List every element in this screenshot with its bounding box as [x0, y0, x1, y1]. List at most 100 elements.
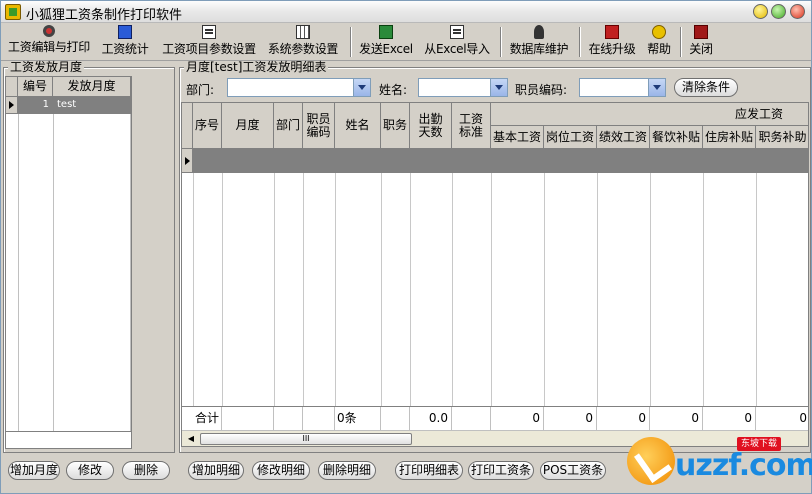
column-header-position[interactable]: 职务: [381, 103, 410, 149]
table-row[interactable]: 1 test: [6, 97, 131, 114]
total-performance-pay: 0: [597, 407, 650, 431]
toolbar-database-maintenance-button[interactable]: 数据库维护: [507, 25, 571, 59]
grid-footer: [6, 431, 131, 448]
code-filter-select[interactable]: [579, 78, 666, 97]
grid-line: [53, 114, 54, 431]
toolbar-salary-item-settings-button[interactable]: 工资项目参数设置: [159, 25, 259, 59]
dept-filter-select[interactable]: [227, 78, 371, 97]
total-base-salary: 0: [491, 407, 544, 431]
column-header-housing-allowance[interactable]: 住房补贴: [703, 126, 756, 149]
cell-id[interactable]: 1: [18, 97, 53, 114]
column-header-employee-code[interactable]: 职员编码: [303, 103, 335, 149]
toolbar-salary-edit-print-button[interactable]: 工资编辑与打印: [5, 25, 93, 59]
print-detail-button[interactable]: 打印明细表: [395, 461, 463, 480]
total-attendance: 0.0: [410, 407, 452, 431]
dept-filter-label: 部门:: [186, 83, 215, 97]
minimize-button[interactable]: [753, 4, 768, 19]
grid-line: [650, 173, 651, 406]
code-filter-label: 职员编码:: [515, 83, 568, 97]
toolbar-separator: [500, 27, 502, 57]
toolbar-system-settings-button[interactable]: 系统参数设置: [264, 25, 342, 59]
toolbar-close-button[interactable]: 关闭: [687, 25, 715, 59]
toolbar-online-upgrade-button[interactable]: 在线升级: [586, 25, 638, 59]
month-group-title: 工资发放月度: [8, 60, 85, 74]
add-detail-button[interactable]: 增加明细: [188, 461, 244, 480]
column-header-performance-pay[interactable]: 绩效工资: [597, 126, 650, 149]
selected-row[interactable]: [182, 149, 808, 173]
close-window-button[interactable]: [790, 4, 805, 19]
scroll-thumb[interactable]: III: [200, 433, 412, 445]
row-indicator-header: [6, 77, 18, 97]
column-header-month[interactable]: 发放月度: [53, 77, 131, 97]
gear-icon: [43, 25, 55, 37]
grid-line: [491, 173, 492, 406]
pos-payslip-button[interactable]: POS工资条: [540, 461, 606, 480]
print-payslip-button[interactable]: 打印工资条: [468, 461, 534, 480]
watermark-tag: 东坡下载: [737, 437, 782, 451]
column-header-post-salary[interactable]: 岗位工资: [544, 126, 597, 149]
excel-import-icon: [450, 25, 464, 39]
toolbar-import-excel-button[interactable]: 从Excel导入: [421, 25, 493, 59]
month-grid[interactable]: 编号 发放月度 1 test: [5, 76, 132, 449]
total-cell: [452, 407, 491, 431]
total-meal-allowance: 0: [650, 407, 703, 431]
column-header-salary-standard[interactable]: 工资标准: [452, 103, 491, 149]
grid-line: [274, 173, 275, 406]
chevron-down-icon[interactable]: [353, 79, 370, 96]
salary-detail-grid[interactable]: 序号 月度 部门 职员编码 姓名 职务 出勤天数 工资标准 应发工资 基本工资 …: [181, 102, 809, 447]
help-icon: [652, 25, 666, 39]
edit-month-button[interactable]: 修改: [66, 461, 114, 480]
name-filter-select[interactable]: [418, 78, 508, 97]
column-header-name[interactable]: 姓名: [335, 103, 381, 149]
column-header-month[interactable]: 月度: [222, 103, 274, 149]
app-icon: [5, 4, 21, 20]
watermark-logo: uzzf.com 东坡下载: [627, 437, 812, 487]
clear-filters-button[interactable]: 清除条件: [674, 78, 738, 97]
watermark-text: uzzf.com: [675, 448, 812, 483]
toolbar-send-excel-button[interactable]: 发送Excel: [357, 25, 415, 59]
toolbar-label: 系统参数设置: [267, 42, 339, 56]
cell-month[interactable]: test: [53, 97, 131, 114]
toolbar-label: 工资统计: [101, 42, 149, 56]
toolbar-label: 帮助: [647, 42, 671, 56]
delete-detail-button[interactable]: 删除明细: [318, 461, 376, 480]
row-indicator-header: [182, 103, 193, 149]
grid-line: [381, 173, 382, 406]
toolbar-label: 工资项目参数设置: [162, 42, 256, 56]
scroll-left-icon[interactable]: ◀: [184, 432, 198, 446]
column-header-id[interactable]: 编号: [18, 77, 53, 97]
total-label: 合计: [193, 407, 222, 431]
toolbar-salary-stats-button[interactable]: 工资统计: [99, 25, 151, 59]
column-header-dept[interactable]: 部门: [274, 103, 303, 149]
maximize-button[interactable]: [771, 4, 786, 19]
report-icon: [118, 25, 132, 39]
column-header-base-salary[interactable]: 基本工资: [491, 126, 544, 149]
toolbar-separator: [350, 27, 352, 57]
grid-line: [756, 173, 757, 406]
upgrade-icon: [605, 25, 619, 39]
grid-line: [303, 173, 304, 406]
toolbar-label: 关闭: [689, 42, 713, 56]
row-pointer-icon: [182, 149, 193, 173]
total-row: 合计 0条 0.0 0 0 0 0 0 0: [182, 406, 808, 431]
chevron-down-icon[interactable]: [490, 79, 507, 96]
add-month-button[interactable]: 增加月度: [8, 461, 60, 480]
column-header-attendance[interactable]: 出勤天数: [410, 103, 452, 149]
title-bar: 小狐狸工资条制作打印软件: [1, 1, 811, 23]
column-header-position-allowance[interactable]: 职务补助: [756, 126, 808, 149]
detail-group-title: 月度[test]工资发放明细表: [184, 60, 329, 74]
edit-detail-button[interactable]: 修改明细: [252, 461, 310, 480]
toolbar-help-button[interactable]: 帮助: [644, 25, 674, 59]
grid-line: [410, 173, 411, 406]
column-header-meal-allowance[interactable]: 餐饮补贴: [650, 126, 703, 149]
delete-month-button[interactable]: 删除: [122, 461, 170, 480]
save-icon: [202, 25, 216, 39]
total-name-count: 0条: [335, 407, 381, 431]
column-header-seq[interactable]: 序号: [193, 103, 222, 149]
grid-line: [130, 114, 131, 431]
total-position-allowance: 0: [799, 411, 807, 425]
grid-line: [597, 173, 598, 406]
total-cell: [222, 407, 274, 431]
name-filter-label: 姓名:: [379, 83, 408, 97]
chevron-down-icon[interactable]: [648, 79, 665, 96]
